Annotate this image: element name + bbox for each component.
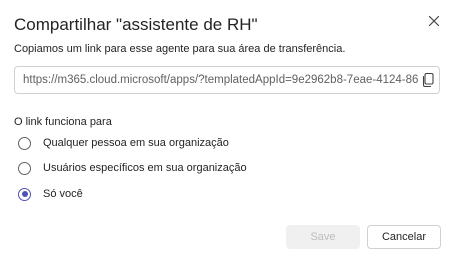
copy-icon — [422, 72, 434, 88]
radio-label: Qualquer pessoa em sua organização — [43, 137, 229, 149]
radio-button-selected[interactable] — [18, 187, 31, 201]
link-field — [14, 66, 440, 94]
close-button[interactable] — [425, 12, 443, 30]
radio-button[interactable] — [18, 136, 31, 150]
dialog-subtitle: Copiamos um link para esse agente para s… — [14, 43, 346, 55]
share-dialog: Compartilhar "assistente de RH" Copiamos… — [0, 0, 456, 261]
dialog-title: Compartilhar "assistente de RH" — [14, 15, 258, 34]
link-input[interactable] — [23, 67, 418, 93]
save-button[interactable]: Save — [286, 225, 360, 249]
radio-option-only-you[interactable]: Só você — [18, 184, 83, 204]
close-icon — [428, 15, 440, 27]
radio-button[interactable] — [18, 161, 31, 175]
copy-button[interactable] — [420, 72, 436, 88]
access-section-label: O link funciona para — [14, 116, 112, 128]
radio-label: Só você — [43, 188, 83, 200]
radio-label: Usuários específicos em sua organização — [43, 162, 247, 174]
radio-option-anyone-in-org[interactable]: Qualquer pessoa em sua organização — [18, 133, 229, 153]
radio-option-specific-users[interactable]: Usuários específicos em sua organização — [18, 158, 247, 178]
cancel-button[interactable]: Cancelar — [367, 225, 441, 249]
